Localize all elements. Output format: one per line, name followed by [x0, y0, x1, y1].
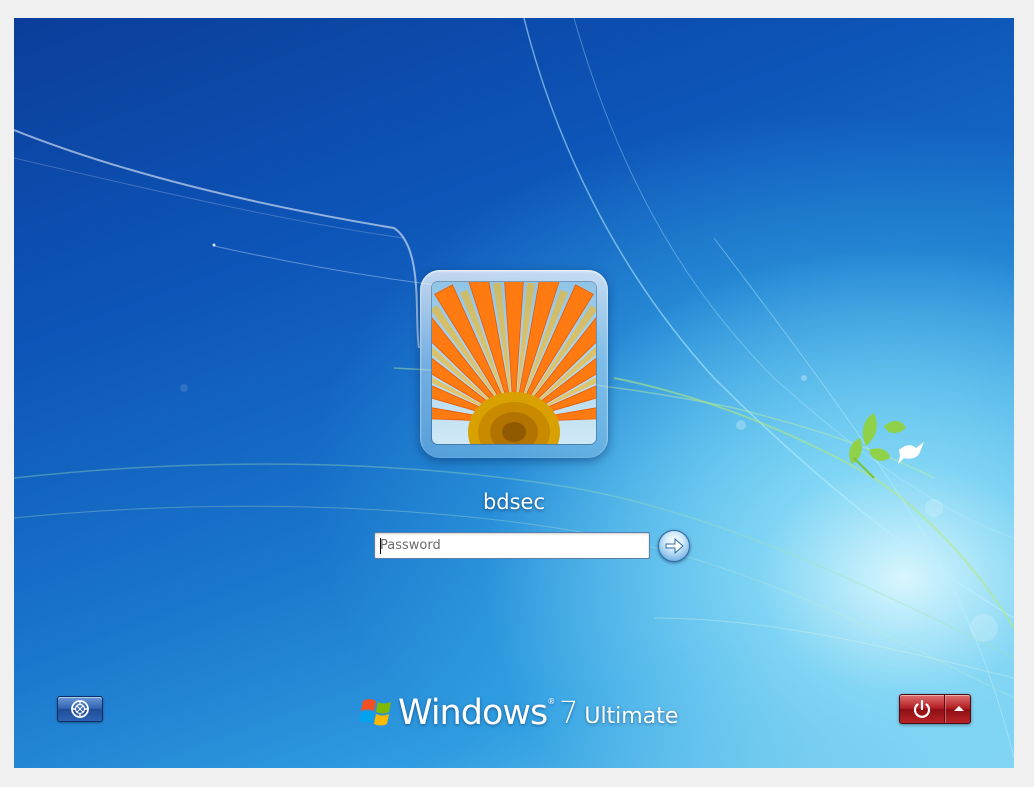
- windows-logo: Windows ® 7 Ultimate: [360, 687, 678, 733]
- shutdown-options-button[interactable]: [945, 695, 972, 723]
- user-tile[interactable]: [420, 270, 608, 458]
- windows-flag-icon: [360, 699, 391, 726]
- chevron-up-icon: [954, 706, 964, 711]
- username-label: bdsec: [482, 490, 546, 514]
- ease-of-access-icon: [71, 700, 89, 718]
- text-caret: [380, 538, 381, 554]
- password-input[interactable]: [374, 532, 650, 559]
- orange-flower-avatar: [432, 282, 596, 444]
- power-icon: [913, 699, 931, 718]
- logo-registered-mark: ®: [547, 697, 556, 706]
- ease-of-access-button[interactable]: [57, 696, 103, 722]
- logo-product: Windows: [398, 693, 548, 733]
- logo-version: 7: [559, 696, 579, 731]
- shutdown-button[interactable]: [900, 695, 945, 723]
- arrow-right-icon: [665, 537, 684, 555]
- submit-button[interactable]: [658, 530, 690, 562]
- shutdown-group: [899, 694, 971, 724]
- logo-edition: Ultimate: [584, 704, 679, 729]
- logon-screen: bdsec Windows ® 7 Ultimate: [14, 18, 1014, 768]
- bird-decoration: [898, 442, 924, 464]
